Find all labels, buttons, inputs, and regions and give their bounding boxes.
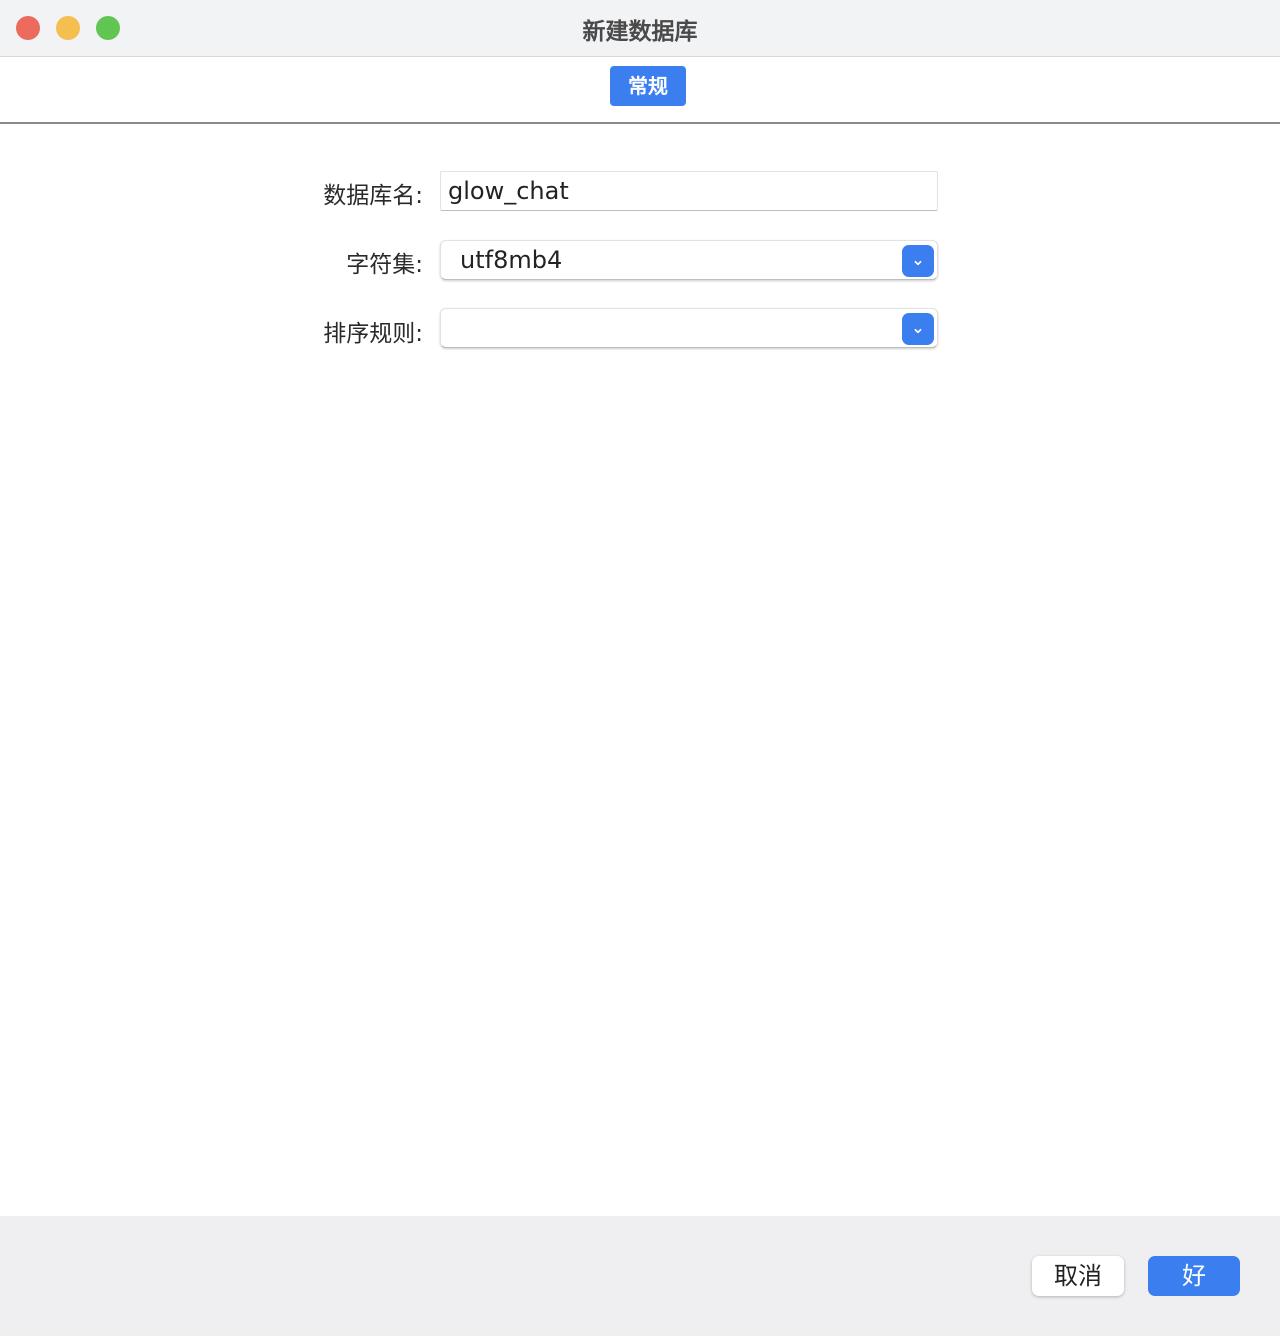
- collation-label: 排序规则:: [323, 314, 423, 348]
- window-title: 新建数据库: [0, 12, 1280, 46]
- footer: 取消 好: [0, 1216, 1280, 1336]
- collation-select[interactable]: ⌄: [440, 308, 938, 348]
- title-bar: 新建数据库: [0, 0, 1280, 57]
- charset-label: 字符集:: [346, 245, 423, 279]
- ok-button[interactable]: 好: [1148, 1256, 1240, 1296]
- tab-general[interactable]: 常规: [610, 66, 686, 106]
- database-name-value: glow_chat: [448, 177, 569, 205]
- name-label: 数据库名:: [323, 176, 423, 210]
- charset-value: utf8mb4: [460, 246, 562, 274]
- database-name-input[interactable]: glow_chat: [440, 171, 938, 211]
- cancel-button[interactable]: 取消: [1032, 1256, 1124, 1296]
- charset-select[interactable]: utf8mb4 ⌄: [440, 240, 938, 280]
- tab-bar: 常规: [0, 57, 1280, 124]
- chevron-down-icon: ⌄: [902, 245, 934, 277]
- chevron-down-icon: ⌄: [902, 313, 934, 345]
